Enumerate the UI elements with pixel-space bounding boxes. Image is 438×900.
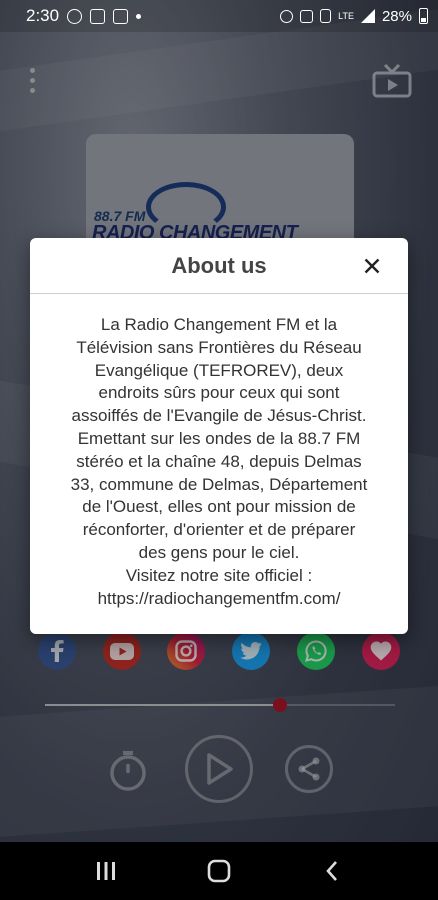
website-link[interactable]: https://radiochangementfm.com/ — [48, 588, 390, 611]
dialog-line: La Radio Changement FM et la — [100, 315, 338, 334]
dialog-line: Evangélique (TEFROREV), deux — [94, 360, 344, 380]
dialog-line: des gens pour le ciel. — [138, 542, 300, 562]
about-dialog: About us La Radio Changement FM et la Té… — [30, 238, 408, 634]
dialog-line: Visitez notre site officiel : — [125, 565, 313, 585]
dialog-line: 33, commune de Delmas, Département — [70, 474, 368, 494]
dialog-line: stéréo et la chaîne 48, depuis Delmas — [76, 451, 362, 471]
close-icon — [364, 258, 380, 274]
dialog-line: de l'Ouest, elles ont pour mission de — [82, 497, 356, 517]
dialog-line: Emettant sur les ondes de la 88.7 FM — [77, 428, 361, 448]
dialog-line: assoiffés de l'Evangile de Jésus-Christ. — [71, 406, 367, 426]
dialog-header: About us — [30, 238, 408, 294]
dialog-body: La Radio Changement FM et la Télévision … — [30, 294, 408, 610]
dialog-line: endroits sûrs pour ceux qui sont — [98, 383, 340, 403]
dialog-line: réconforter, d'orienter et de préparer — [82, 520, 356, 540]
dialog-title: About us — [171, 252, 267, 278]
dialog-line: Télévision sans Frontières du Réseau — [76, 337, 362, 357]
close-button[interactable] — [358, 252, 386, 280]
